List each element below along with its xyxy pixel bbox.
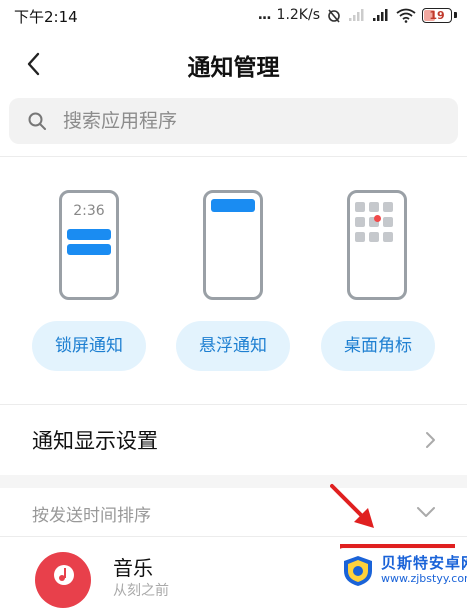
status-time: 下午2:14 — [14, 8, 78, 26]
divider — [0, 536, 467, 537]
preview-notification — [67, 244, 111, 255]
preview-notification — [211, 199, 255, 212]
lockscreen-notification-button[interactable]: 锁屏通知 — [32, 321, 146, 371]
signal-icon — [373, 9, 388, 21]
notification-display-settings[interactable]: 通知显示设置 — [0, 405, 467, 475]
chevron-right-icon — [426, 432, 435, 448]
sort-label: 按发送时间排序 — [32, 506, 151, 526]
lockscreen-preview: 2:36 — [59, 190, 119, 300]
music-app-icon — [35, 552, 91, 608]
settings-label: 通知显示设置 — [32, 429, 158, 453]
net-speed: 1.2K/s — [276, 7, 320, 23]
badge-notification-button[interactable]: 桌面角标 — [321, 321, 435, 371]
floating-notification-button[interactable]: 悬浮通知 — [176, 321, 290, 371]
preview-notification — [67, 229, 111, 240]
floating-preview — [203, 190, 263, 300]
music-note-icon — [54, 565, 74, 585]
app-grid-dot — [355, 202, 365, 212]
sort-selector[interactable]: 按发送时间排序 — [0, 488, 467, 536]
app-grid-dot — [369, 202, 379, 212]
app-grid-dot — [383, 217, 393, 227]
section-gap — [0, 475, 467, 488]
preview-time: 2:36 — [73, 203, 105, 219]
battery-icon: 19 — [422, 7, 452, 23]
alarm-off-icon — [328, 9, 340, 23]
app-grid-dot — [383, 202, 393, 212]
search-input[interactable] — [63, 98, 443, 144]
app-grid-dot — [369, 232, 379, 242]
watermark-title: 贝斯特安卓网 — [381, 554, 467, 572]
badge-dot — [374, 215, 381, 222]
app-grid-dot — [355, 232, 365, 242]
app-subtitle: 从刻之前 — [113, 583, 169, 599]
status-dots: ... — [257, 7, 272, 23]
header: 通知管理 — [0, 36, 467, 92]
app-grid-dot — [355, 217, 365, 227]
watermark: 贝斯特安卓网 www.zjbstyy.com — [337, 548, 467, 592]
page-title: 通知管理 — [187, 55, 280, 81]
search-icon — [28, 112, 46, 130]
signal-weak-icon — [349, 9, 364, 21]
divider — [0, 156, 467, 157]
badge-preview — [347, 190, 407, 300]
chevron-down-icon — [417, 507, 435, 517]
status-icons: ... 1.2K/s 19 — [258, 5, 457, 25]
watermark-url: www.zjbstyy.com — [381, 572, 467, 585]
app-name: 音乐 — [113, 556, 153, 580]
shield-logo-icon — [344, 556, 372, 586]
battery-level: 19 — [429, 8, 445, 22]
status-bar: 下午2:14 ... 1.2K/s 19 — [0, 0, 467, 30]
app-grid-dot — [383, 232, 393, 242]
wifi-icon — [396, 8, 416, 23]
search-box[interactable] — [9, 98, 458, 144]
